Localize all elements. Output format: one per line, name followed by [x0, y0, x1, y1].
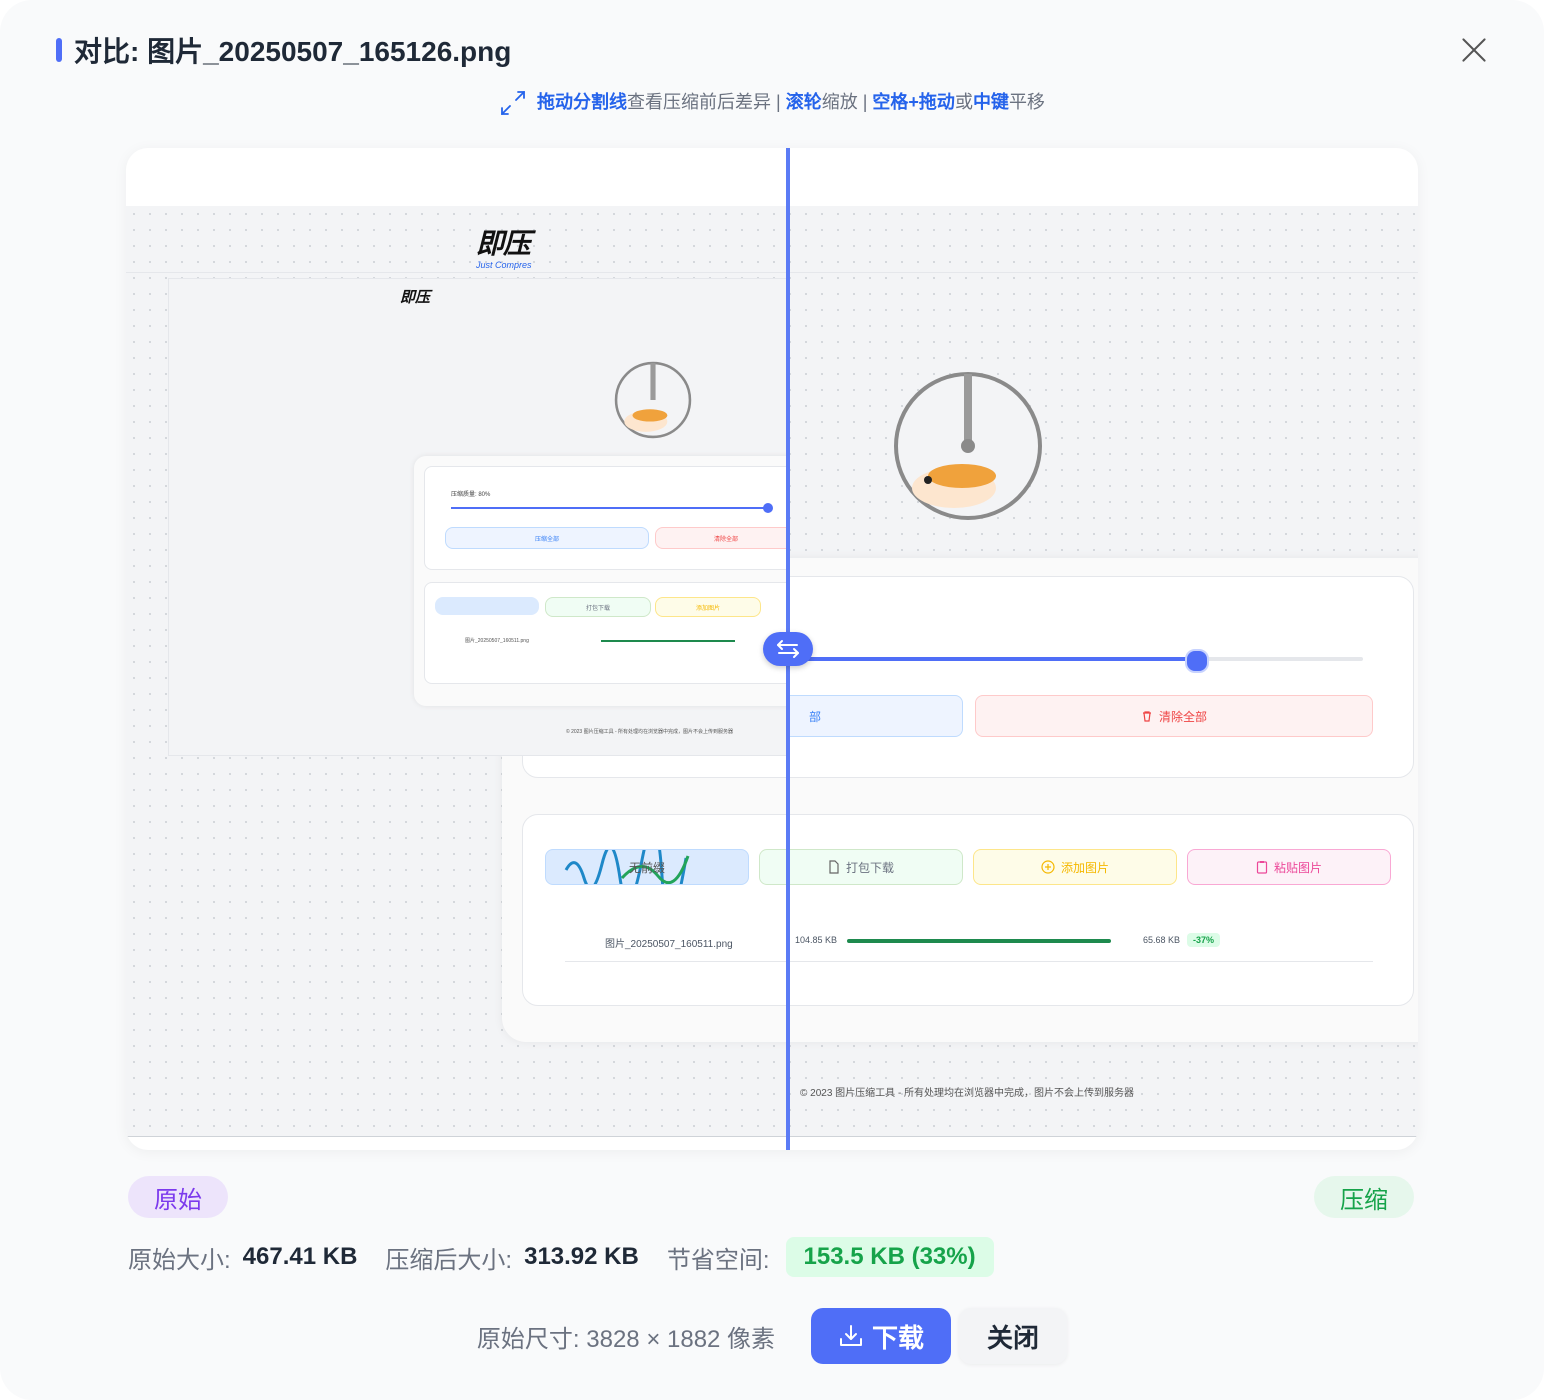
compress-all-fragment: 部 — [809, 709, 822, 724]
preview-bottom-line — [126, 1136, 1418, 1137]
file-progress-bar — [847, 939, 1111, 943]
compare-modal: 对比: 图片_20250507_165126.png 拖动分割线查看压缩前后差异… — [0, 0, 1544, 1400]
download-icon — [840, 1325, 863, 1346]
plus-circle-icon — [1041, 860, 1055, 874]
original-file-name: 图片_20250507_160511.png — [465, 638, 529, 644]
original-files-card: 打包下载 添加图片 图片_20250507_160511.png — [424, 582, 786, 684]
hint-middle-key: 中键 — [972, 92, 1009, 112]
saved-space-value: 153.5 KB (33%) — [785, 1237, 994, 1277]
original-pack-download-button: 打包下载 — [545, 597, 651, 617]
file-saving-badge: -37% — [1187, 933, 1221, 947]
close-button[interactable]: 关闭 — [959, 1308, 1068, 1364]
hamster-wheel-image — [894, 372, 1042, 520]
clear-all-label: 清除全部 — [1158, 709, 1207, 724]
comparison-stage[interactable]: 即压 Just Compres 部 清除全部 无前缀 打包下载 添加图片 粘贴图… — [126, 148, 1418, 1150]
hint-drag-divider: 拖动分割线 — [537, 92, 628, 112]
original-slider-label: 压缩质量: 80% — [451, 492, 491, 498]
hint-wheel-desc: 缩放 | — [821, 92, 873, 112]
compressed-size-value: 313.92 KB — [524, 1243, 639, 1270]
size-stats: 原始大小: 467.41 KB 压缩后大小: 313.92 KB 节省空间: 1… — [128, 1234, 994, 1280]
file-new-size: 65.68 KB — [1143, 935, 1181, 945]
hint-or: 或 — [954, 92, 973, 112]
compressed-slider-fill — [783, 657, 1195, 661]
preview-footer-note: © 2023 图片压缩工具 - 所有处理均在浏览器中完成，图片不会上传到服务器 — [800, 1088, 1135, 1099]
hint-wheel: 滚轮 — [785, 92, 822, 112]
original-clear-all-label: 清除全部 — [713, 536, 738, 543]
title-accent-bar — [56, 38, 62, 62]
split-divider-handle[interactable] — [763, 632, 813, 666]
original-panel: 压缩质量: 80% 压缩全部 清除全部 打包下载 添加图片 图片_2025050… — [414, 456, 786, 706]
file-orig-size: 104.85 KB — [795, 935, 838, 945]
original-dimensions: 原始尺寸: 3828 × 1882 像素 — [476, 1325, 776, 1353]
original-slider-thumb — [763, 503, 773, 513]
clipboard-icon — [1256, 861, 1268, 874]
original-size-label: 原始大小: — [128, 1246, 231, 1274]
original-hamster-wheel-image — [614, 361, 692, 439]
swap-arrows-icon — [777, 640, 799, 658]
compressed-add-image-button: 添加图片 — [973, 849, 1177, 885]
add-image-label: 添加图片 — [1060, 860, 1109, 875]
original-add-image-label: 添加图片 — [695, 605, 720, 612]
saved-space-label: 节省空间: — [666, 1246, 770, 1274]
original-logo: 即压 — [400, 289, 431, 306]
original-view: 即压 压缩质量: 80% 压缩全部 清除全部 打包下载 添加图片 图片_2025… — [126, 206, 786, 1136]
compressed-size-label: 压缩后大小: — [385, 1246, 513, 1274]
compressed-paste-image-button: 粘贴图片 — [1187, 849, 1391, 885]
hint-pan: 平移 — [1008, 92, 1045, 112]
original-clear-all-button: 清除全部 — [655, 527, 786, 549]
paste-image-label: 粘贴图片 — [1273, 860, 1322, 875]
modal-footer: 原始尺寸: 3828 × 1882 像素 下载 关闭 — [0, 1308, 1544, 1364]
hint-space-drag: 空格+拖动 — [872, 92, 955, 112]
compressed-label: 压缩 — [1314, 1176, 1414, 1218]
file-icon — [829, 860, 839, 874]
download-label: 下载 — [872, 1322, 925, 1353]
modal-header: 对比: 图片_20250507_165126.png — [56, 30, 511, 70]
original-settings-card: 压缩质量: 80% 压缩全部 清除全部 — [424, 466, 786, 570]
compressed-clear-all-button: 清除全部 — [975, 695, 1373, 737]
modal-title: 对比: 图片_20250507_165126.png — [74, 36, 512, 67]
original-add-image-button: 添加图片 — [655, 597, 761, 617]
original-footer-note: © 2023 图片压缩工具 - 所有处理均在浏览器中完成，图片不会上传到服务器 — [566, 729, 734, 735]
original-no-prefix-button — [435, 597, 539, 615]
original-slider-fill — [451, 507, 767, 509]
usage-hint: 拖动分割线查看压缩前后差异 | 滚轮缩放 | 空格+拖动或中键平移 — [0, 88, 1544, 117]
original-file-progress — [601, 640, 735, 642]
download-button[interactable]: 下载 — [811, 1308, 952, 1364]
compressed-slider-thumb — [1185, 649, 1209, 673]
close-icon[interactable] — [1454, 30, 1494, 70]
original-size-value: 467.41 KB — [242, 1243, 358, 1270]
original-label: 原始 — [128, 1176, 228, 1218]
original-compress-all-button: 压缩全部 — [445, 527, 649, 549]
trash-icon — [1142, 711, 1151, 722]
original-pack-download-label: 打包下载 — [585, 605, 610, 612]
preview-image: 即压 Just Compres 部 清除全部 无前缀 打包下载 添加图片 粘贴图… — [126, 206, 1418, 1136]
expand-icon — [501, 91, 525, 116]
original-compress-all-label: 压缩全部 — [534, 536, 559, 543]
pack-download-label: 打包下载 — [845, 860, 894, 875]
hint-drag-desc: 查看压缩前后差异 | — [627, 92, 786, 112]
